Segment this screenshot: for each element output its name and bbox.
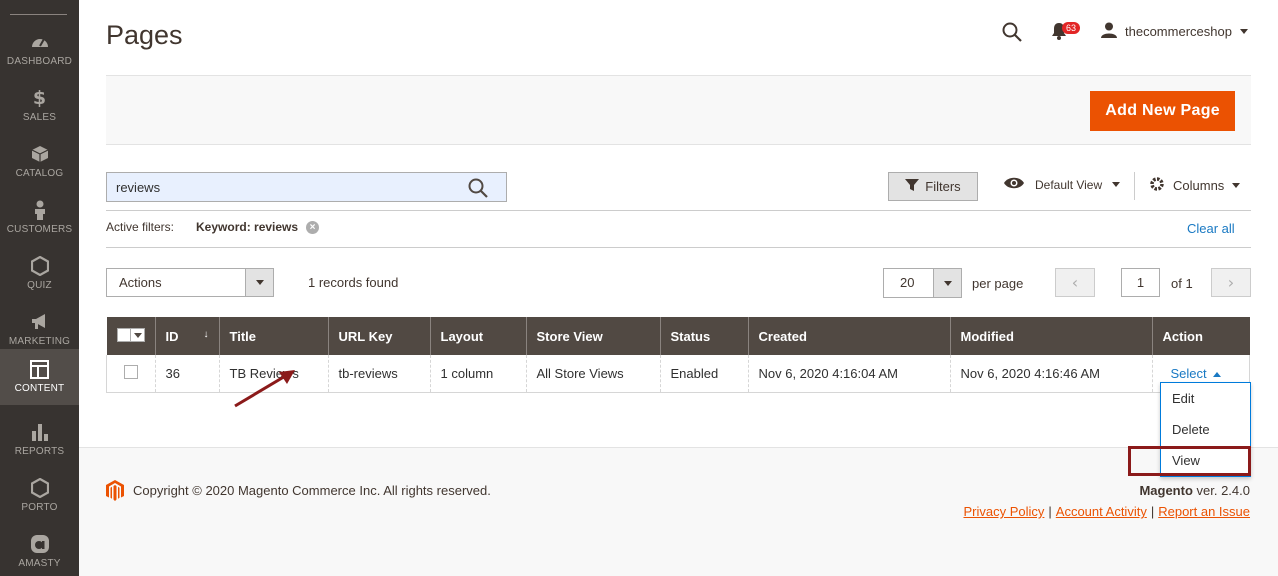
column-header-title[interactable]: Title [218,317,328,355]
main-content: Pages 63 thecommerceshop Add New Page Fi… [79,0,1278,576]
global-search-icon[interactable] [1002,22,1022,46]
records-found: 1 records found [308,275,399,290]
sidebar-item-porto[interactable]: PORTO [0,474,79,530]
notifications-count-badge: 63 [1062,22,1081,34]
account-activity-link[interactable]: Account Activity [1056,504,1147,519]
cell-id: 36 [154,355,219,393]
page-footer: Copyright © 2020 Magento Commerce Inc. A… [79,447,1278,576]
cell-modified: Nov 6, 2020 4:16:46 AM [949,355,1152,393]
user-icon [1101,22,1117,41]
amasty-logo-icon [30,532,50,556]
column-header-id[interactable]: ID ↓ [154,317,219,355]
chevron-down-icon [1112,182,1121,187]
username: thecommerceshop [1125,24,1232,39]
eye-icon [1003,176,1025,193]
column-header-action: Action [1151,317,1250,355]
mass-select-checkbox[interactable] [116,328,145,342]
admin-sidebar: DASHBOARD $ SALES CATALOG CUSTOMERS QUIZ… [0,0,79,576]
active-filter-keyword: Keyword: reviews [196,220,299,234]
row-checkbox[interactable] [123,364,138,379]
cell-store-view: All Store Views [525,355,660,393]
chevron-up-icon [1212,371,1221,377]
chevron-down-icon [1239,29,1248,34]
column-header-store-view[interactable]: Store View [525,317,660,355]
column-header-status[interactable]: Status [659,317,748,355]
sidebar-item-catalog[interactable]: CATALOG [0,140,79,196]
divider [106,247,1251,248]
magento-logo-icon [106,480,124,505]
sidebar-logo-divider [10,14,67,15]
funnel-icon [905,178,920,195]
toolbar-divider [1134,172,1135,200]
sidebar-item-sales[interactable]: $ SALES [0,84,79,140]
sort-arrow-icon: ↓ [203,328,209,340]
previous-page-button[interactable]: ‹ [1055,268,1095,297]
search-icon[interactable] [468,178,488,202]
dashboard-icon [30,30,50,54]
annotation-highlight-box [1128,446,1251,476]
megaphone-icon [30,310,50,334]
privacy-policy-link[interactable]: Privacy Policy [963,504,1044,519]
keyword-search-box [106,172,507,202]
row-select-cell [106,355,155,393]
person-icon [33,198,47,222]
next-page-button[interactable]: › [1211,268,1251,297]
sidebar-item-quiz[interactable]: QUIZ [0,252,79,308]
filters-button[interactable]: Filters [888,172,978,201]
active-filters-label: Active filters: [106,220,175,234]
page-title: Pages [106,20,183,50]
annotation-arrow-icon [234,370,295,408]
version-info: Magento ver. 2.4.0 [1139,483,1250,498]
action-menu-item-edit[interactable]: Edit [1161,383,1250,414]
column-header-created[interactable]: Created [747,317,950,355]
hexagon-icon [30,476,49,500]
view-selector[interactable]: Default View [1003,176,1121,193]
footer-links: Privacy Policy | Account Activity | Report a… [963,504,1250,519]
sidebar-item-amasty[interactable]: AMASTY [0,530,79,576]
per-page-dropdown[interactable]: 20 [883,268,962,298]
copyright-text: Copyright © 2020 Magento Commerce Inc. A… [133,483,491,498]
column-header-layout[interactable]: Layout [429,317,526,355]
total-pages: of 1 [1171,276,1193,291]
sidebar-item-customers[interactable]: CUSTOMERS [0,196,79,252]
sidebar-item-reports[interactable]: REPORTS [0,418,79,474]
current-page-input[interactable]: 1 [1121,268,1160,297]
add-new-page-button[interactable]: Add New Page [1090,91,1235,131]
row-action-select[interactable]: Select [1171,366,1221,381]
cell-status: Enabled [659,355,748,393]
bar-chart-icon [31,420,49,444]
clear-all-link[interactable]: Clear all [1187,221,1235,236]
box-icon [31,142,49,166]
layout-icon [30,357,49,381]
mass-actions-dropdown[interactable]: Actions [106,268,274,297]
page-actions-bar: Add New Page [106,75,1251,145]
grid-header-row: ID ↓ Title URL Key Layout Store View Sta… [106,317,1250,355]
chevron-down-icon [245,269,273,296]
chevron-down-icon [1232,183,1241,188]
column-header-url-key[interactable]: URL Key [327,317,430,355]
active-filters: Active filters: Keyword: reviews × [106,220,320,234]
chevron-down-icon [933,269,961,297]
cell-url-key: tb-reviews [327,355,430,393]
report-issue-link[interactable]: Report an Issue [1158,504,1250,519]
action-menu-item-delete[interactable]: Delete [1161,414,1250,445]
user-account-menu[interactable]: thecommerceshop [1101,22,1248,41]
sidebar-item-content[interactable]: CONTENT [0,349,79,405]
columns-selector[interactable]: Columns [1149,176,1241,195]
remove-filter-icon[interactable]: × [306,220,320,234]
sidebar-item-dashboard[interactable]: DASHBOARD [0,28,79,84]
cell-created: Nov 6, 2020 4:16:04 AM [747,355,950,393]
per-page-label: per page [972,276,1024,291]
hexagon-icon [30,254,49,278]
gear-icon [1149,176,1165,195]
keyword-search-input[interactable] [107,173,447,201]
column-header-modified[interactable]: Modified [949,317,1152,355]
divider [106,210,1251,211]
cell-layout: 1 column [429,355,526,393]
dollar-icon: $ [32,87,47,109]
mass-select-header[interactable] [106,317,155,355]
